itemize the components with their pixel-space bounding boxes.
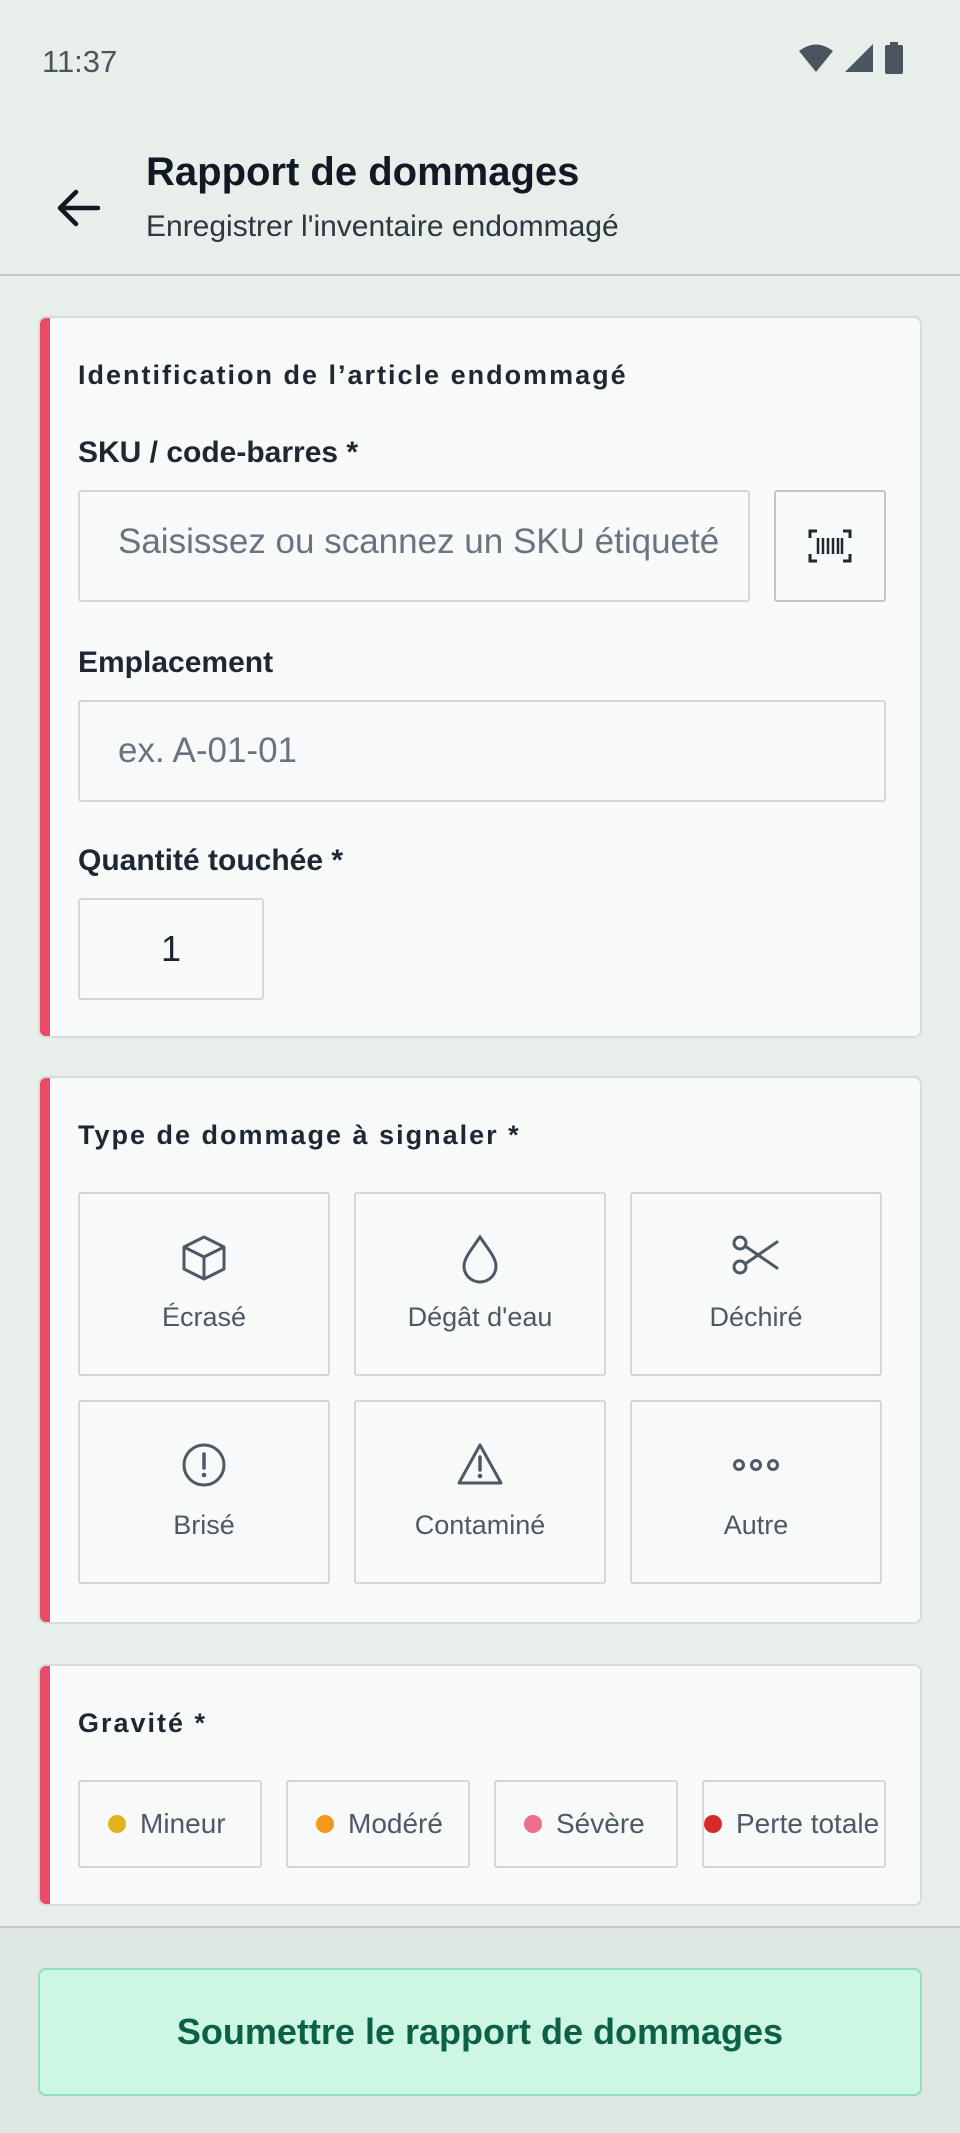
severity-label: Mineur xyxy=(140,1808,226,1839)
severity-label: Sévère xyxy=(556,1808,645,1839)
location-label: Emplacement xyxy=(78,646,274,679)
damage-type-card: Type de dommage à signaler * Écrasé Dégâ… xyxy=(38,1076,922,1624)
quantity-input[interactable]: 1 xyxy=(78,898,264,1000)
scan-barcode-button[interactable] xyxy=(774,490,886,602)
damage-option-other[interactable]: Autre xyxy=(630,1400,882,1584)
severity-dot xyxy=(316,1815,334,1833)
app-bar: Rapport de dommages Enregistrer l'invent… xyxy=(0,120,960,276)
identification-section-title: Identification de l’article endommagé xyxy=(78,360,628,390)
water-drop-icon xyxy=(462,1234,498,1284)
cellular-signal-icon xyxy=(845,44,873,72)
page-title: Rapport de dommages xyxy=(146,150,580,194)
box-icon xyxy=(182,1235,226,1281)
arrow-back-icon xyxy=(57,189,100,227)
quantity-label: Quantité touchée * xyxy=(78,844,344,877)
battery-icon xyxy=(885,42,903,74)
severity-dot xyxy=(108,1815,126,1833)
sku-placeholder: Saisissez ou scannez un SKU étiqueté xyxy=(118,522,720,561)
damage-option-broken[interactable]: Brisé xyxy=(78,1400,330,1584)
severity-section-title: Gravité * xyxy=(78,1708,208,1738)
scissors-icon xyxy=(732,1235,779,1275)
status-icons xyxy=(798,42,904,74)
severity-label: Perte totale xyxy=(736,1808,880,1839)
bottom-action-bar: Soumettre le rapport de dommages xyxy=(0,1926,960,2133)
damage-option-label: Dégât d'eau xyxy=(407,1302,553,1332)
damage-option-label: Déchiré xyxy=(709,1302,803,1332)
damage-type-section-title: Type de dommage à signaler * xyxy=(78,1120,521,1150)
damage-option-water[interactable]: Dégât d'eau xyxy=(354,1192,606,1376)
location-placeholder: ex. A-01-01 xyxy=(118,731,297,770)
severity-dot xyxy=(704,1815,722,1833)
sku-input[interactable]: Saisissez ou scannez un SKU étiqueté xyxy=(78,490,750,602)
status-time: 11:37 xyxy=(42,44,118,79)
status-bar: 11:37 xyxy=(0,0,960,120)
damage-option-label: Brisé xyxy=(173,1510,235,1540)
back-button[interactable] xyxy=(40,170,116,246)
severity-chip-total-loss[interactable]: Perte totale xyxy=(702,1780,886,1868)
location-input[interactable]: ex. A-01-01 xyxy=(78,700,886,802)
damage-option-crushed[interactable]: Écrasé xyxy=(78,1192,330,1376)
identification-card: Identification de l’article endommagé SK… xyxy=(38,316,922,1038)
wifi-icon xyxy=(799,44,833,72)
severity-dot xyxy=(524,1815,542,1833)
warning-triangle-icon xyxy=(457,1443,503,1485)
damage-option-label: Autre xyxy=(723,1510,789,1540)
damage-option-contaminated[interactable]: Contaminé xyxy=(354,1400,606,1584)
damage-option-label: Contaminé xyxy=(414,1510,546,1540)
damage-option-torn[interactable]: Déchiré xyxy=(630,1192,882,1376)
more-dots-icon xyxy=(733,1459,779,1471)
barcode-icon xyxy=(808,529,852,563)
severity-chip-severe[interactable]: Sévère xyxy=(494,1780,678,1868)
damage-option-label: Écrasé xyxy=(161,1302,247,1332)
page-subtitle: Enregistrer l'inventaire endommagé xyxy=(146,210,619,243)
severity-chip-moderate[interactable]: Modéré xyxy=(286,1780,470,1868)
sku-label: SKU / code-barres * xyxy=(78,436,359,469)
severity-card: Gravité * Mineur Modéré Sévère Perte tot… xyxy=(38,1664,922,1906)
submit-report-button[interactable]: Soumettre le rapport de dommages xyxy=(38,1968,922,2096)
severity-label: Modéré xyxy=(348,1808,443,1839)
alert-circle-icon xyxy=(182,1443,226,1487)
severity-chip-minor[interactable]: Mineur xyxy=(78,1780,262,1868)
